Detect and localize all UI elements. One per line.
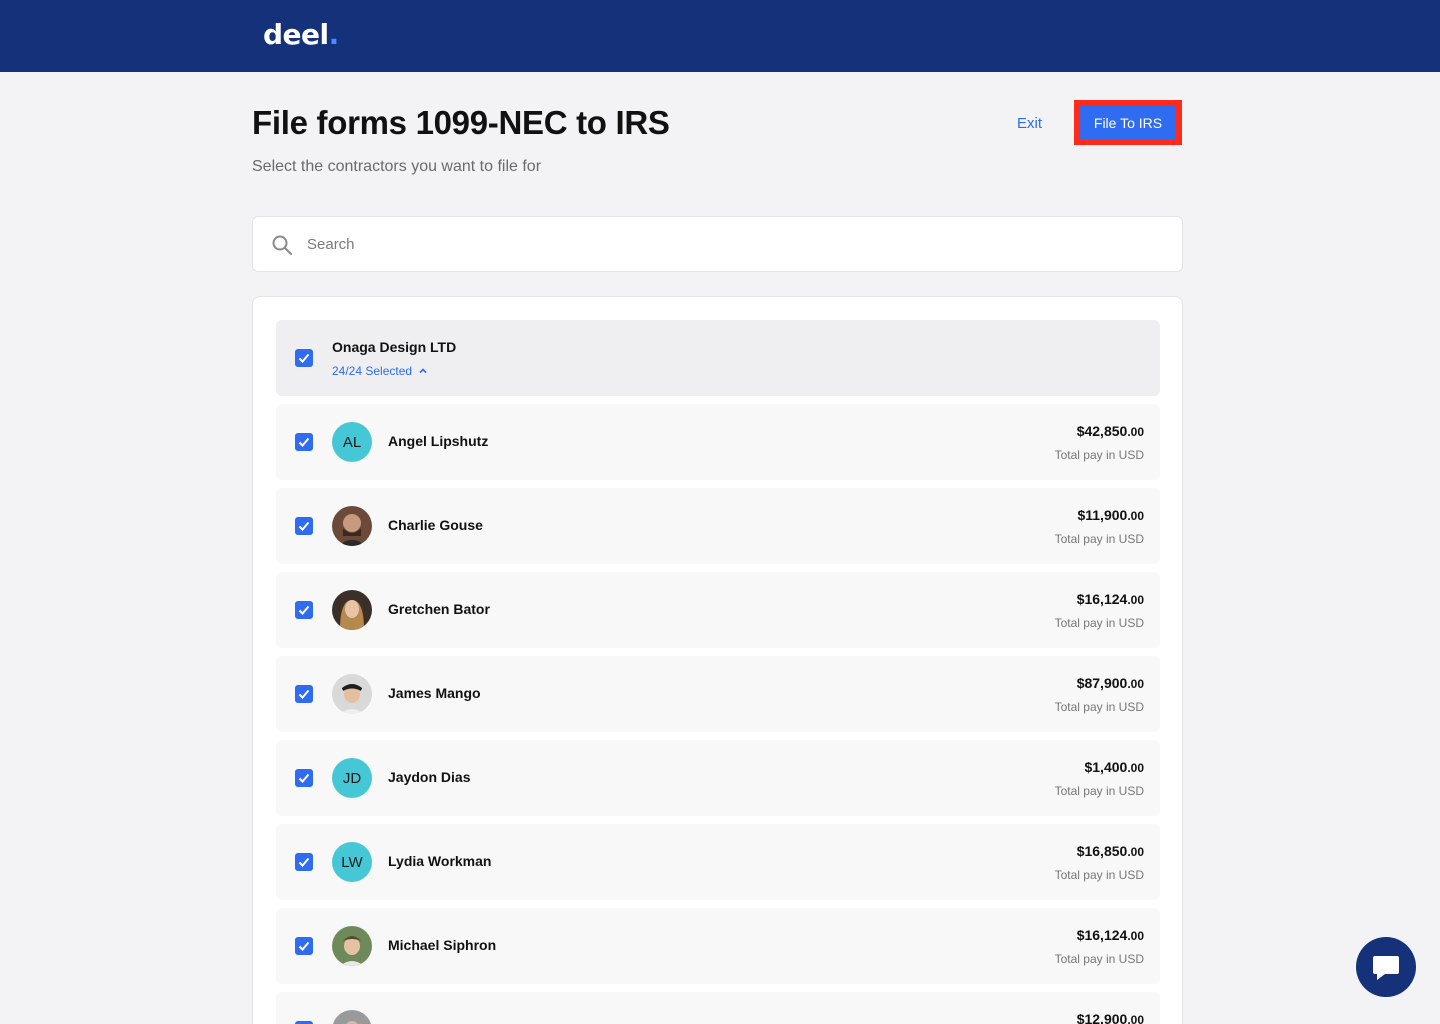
- avatar-photo: [332, 1010, 372, 1024]
- file-to-irs-highlight: File To IRS: [1074, 100, 1182, 145]
- avatar-photo: [332, 506, 372, 546]
- amount-cents: .00: [1127, 929, 1144, 943]
- checkmark-icon: [298, 689, 310, 699]
- checkmark-icon: [298, 605, 310, 615]
- amount-value: $16,850: [1076, 843, 1128, 859]
- avatar: AL: [332, 422, 372, 462]
- total-pay-amount: $12,900.00: [1077, 1011, 1144, 1024]
- search-bar[interactable]: [252, 216, 1183, 272]
- contractor-row[interactable]: Michael Siphron $16,124.00 Total pay in …: [276, 908, 1160, 984]
- amount-value: $87,900: [1076, 675, 1128, 691]
- exit-button[interactable]: Exit: [1017, 115, 1042, 132]
- amount-value: $12,900: [1076, 1011, 1128, 1024]
- row-checkbox[interactable]: [295, 937, 313, 955]
- contractor-list-panel: Onaga Design LTD 24/24 Selected AL Angel…: [252, 296, 1183, 1024]
- avatar: LW: [332, 842, 372, 882]
- total-pay-amount: $1,400.00: [1084, 759, 1144, 775]
- contractor-name: James Mango: [388, 685, 481, 701]
- logo-text: deel: [263, 18, 329, 51]
- checkmark-icon: [298, 521, 310, 531]
- row-checkbox[interactable]: [295, 769, 313, 787]
- contractor-name: Gretchen Bator: [388, 601, 490, 617]
- selected-count-text: 24/24 Selected: [332, 364, 413, 378]
- amount-value: $11,900: [1077, 507, 1128, 523]
- company-name: Onaga Design LTD: [332, 339, 457, 355]
- amount-cents: .00: [1127, 425, 1144, 439]
- avatar-photo: [332, 590, 372, 630]
- contractor-name: Charlie Gouse: [388, 517, 483, 533]
- total-pay-amount: $11,900.00: [1077, 507, 1144, 523]
- chat-support-button[interactable]: [1356, 937, 1416, 997]
- contractor-row[interactable]: JD Jaydon Dias $1,400.00 Total pay in US…: [276, 740, 1160, 816]
- total-pay-label: Total pay in USD: [1054, 532, 1144, 546]
- group-checkbox[interactable]: [295, 349, 313, 367]
- contractor-row[interactable]: LW Lydia Workman $16,850.00 Total pay in…: [276, 824, 1160, 900]
- amount-cents: .00: [1127, 509, 1144, 523]
- contractor-name: Jaydon Dias: [388, 769, 471, 785]
- chevron-up-icon: [419, 368, 427, 374]
- checkmark-icon: [298, 857, 310, 867]
- avatar-photo: [332, 674, 372, 714]
- contractor-name: Michael Siphron: [388, 937, 497, 953]
- checkmark-icon: [298, 437, 310, 447]
- amount-value: $42,850: [1076, 423, 1128, 439]
- deel-logo[interactable]: deel.: [263, 18, 339, 51]
- row-checkbox[interactable]: [295, 601, 313, 619]
- amount-cents: .00: [1127, 593, 1144, 607]
- amount-cents: .00: [1127, 845, 1144, 859]
- page-title: File forms 1099-NEC to IRS: [252, 104, 670, 141]
- chat-bubble-icon: [1373, 956, 1399, 980]
- contractor-row[interactable]: James Mango $87,900.00 Total pay in USD: [276, 656, 1160, 732]
- checkmark-icon: [298, 773, 310, 783]
- row-checkbox[interactable]: [295, 517, 313, 535]
- logo-dot: .: [328, 18, 340, 51]
- contractor-name: Angel Lipshutz: [388, 433, 489, 449]
- amount-cents: .00: [1127, 677, 1144, 691]
- amount-cents: .00: [1127, 761, 1144, 775]
- file-to-irs-button[interactable]: File To IRS: [1080, 106, 1176, 139]
- checkmark-icon: [298, 941, 310, 951]
- contractor-row[interactable]: Charlie Gouse $11,900.00 Total pay in US…: [276, 488, 1160, 564]
- contractor-row[interactable]: Gretchen Bator $16,124.00 Total pay in U…: [276, 572, 1160, 648]
- row-checkbox[interactable]: [295, 853, 313, 871]
- selected-count-toggle[interactable]: 24/24 Selected: [332, 364, 428, 378]
- total-pay-label: Total pay in USD: [1054, 700, 1144, 714]
- total-pay-amount: $16,124.00: [1077, 927, 1144, 943]
- row-checkbox[interactable]: [295, 433, 313, 451]
- top-nav-bar: deel.: [0, 0, 1440, 72]
- total-pay-amount: $16,850.00: [1077, 843, 1144, 859]
- company-group-row[interactable]: Onaga Design LTD 24/24 Selected: [276, 320, 1160, 396]
- contractor-row[interactable]: AL Angel Lipshutz $42,850.00 Total pay i…: [276, 404, 1160, 480]
- amount-value: $1,400: [1084, 759, 1128, 775]
- total-pay-label: Total pay in USD: [1054, 616, 1144, 630]
- checkmark-icon: [298, 353, 310, 363]
- total-pay-amount: $16,124.00: [1077, 591, 1144, 607]
- total-pay-label: Total pay in USD: [1054, 784, 1144, 798]
- amount-cents: .00: [1127, 1013, 1144, 1024]
- contractor-row[interactable]: $12,900.00: [276, 992, 1160, 1024]
- search-input[interactable]: [307, 227, 1167, 261]
- total-pay-amount: $87,900.00: [1077, 675, 1144, 691]
- amount-value: $16,124: [1076, 927, 1128, 943]
- page-subtitle: Select the contractors you want to file …: [252, 158, 542, 175]
- total-pay-label: Total pay in USD: [1054, 952, 1144, 966]
- total-pay-label: Total pay in USD: [1054, 868, 1144, 882]
- search-icon: [272, 235, 292, 255]
- row-checkbox[interactable]: [295, 685, 313, 703]
- avatar-photo: [332, 926, 372, 966]
- total-pay-amount: $42,850.00: [1077, 423, 1144, 439]
- total-pay-label: Total pay in USD: [1054, 448, 1144, 462]
- amount-value: $16,124: [1076, 591, 1128, 607]
- avatar: JD: [332, 758, 372, 798]
- contractor-name: Lydia Workman: [388, 853, 492, 869]
